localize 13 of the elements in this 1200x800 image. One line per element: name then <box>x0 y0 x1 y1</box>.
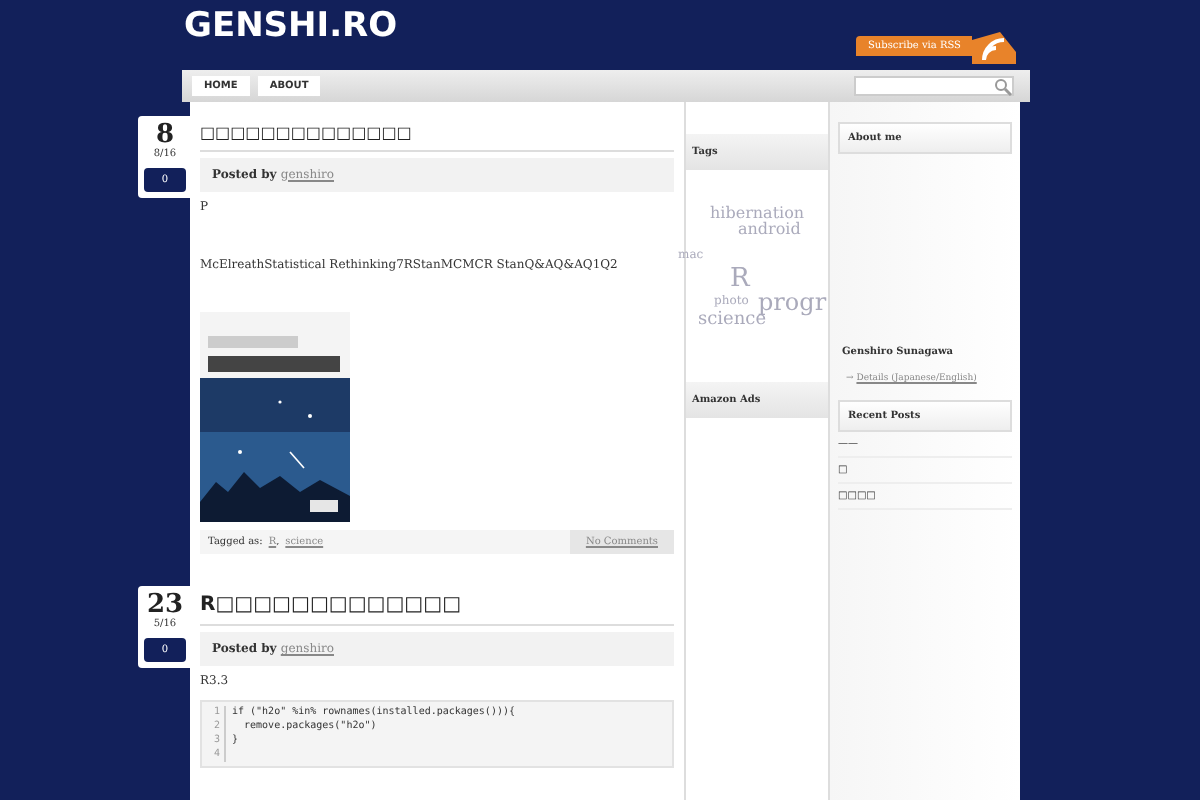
tag-link[interactable]: R <box>730 266 750 292</box>
date-day: 8 <box>144 122 186 148</box>
search-field[interactable] <box>854 76 1014 96</box>
site-title[interactable]: GENSHI.RO <box>184 6 398 46</box>
tag-link[interactable]: progr <box>758 290 827 314</box>
tag-link[interactable]: hibernation <box>710 206 805 222</box>
search-icon[interactable] <box>994 77 1012 95</box>
post-title[interactable]: □□□□□□□□□□□□□□ <box>200 124 674 152</box>
tag-link[interactable]: android <box>738 222 801 238</box>
tag-link[interactable]: science <box>698 312 767 330</box>
post-title[interactable]: R□□□□□□□□□□□□□ <box>200 594 674 627</box>
date-day: 23 <box>144 592 186 619</box>
rss-icon[interactable] <box>972 32 1016 64</box>
